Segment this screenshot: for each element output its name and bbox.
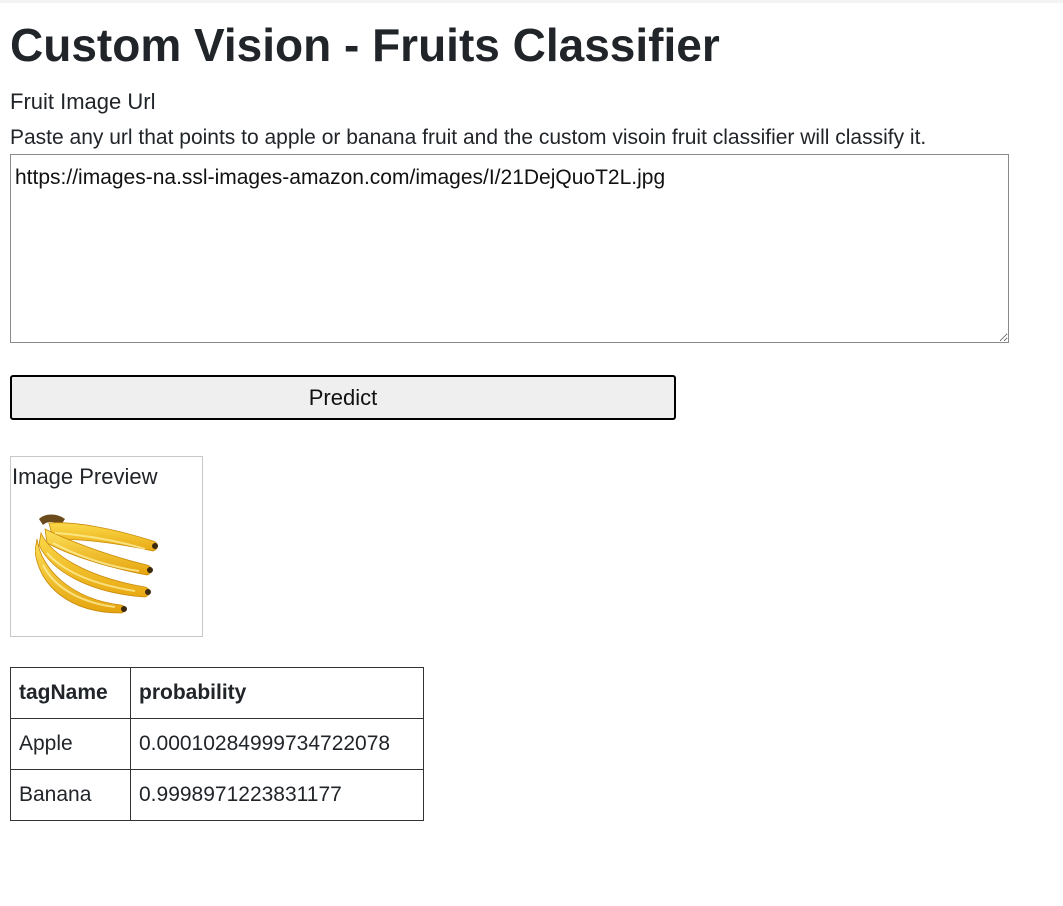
top-divider bbox=[0, 0, 1063, 3]
table-header-row: tagName probability bbox=[10, 667, 424, 719]
url-field-label: Fruit Image Url bbox=[10, 89, 156, 114]
predict-button[interactable]: Predict bbox=[10, 375, 676, 420]
table-row: Banana 0.9998971223831177 bbox=[10, 769, 424, 821]
probability-cell: 0.9998971223831177 bbox=[130, 769, 424, 821]
tagname-cell: Apple bbox=[10, 718, 131, 770]
column-header-tagname: tagName bbox=[10, 667, 131, 719]
page-title: Custom Vision - Fruits Classifier bbox=[10, 19, 720, 71]
banana-bunch-image bbox=[35, 514, 158, 614]
results-table: tagName probability Apple 0.000102849997… bbox=[10, 667, 424, 821]
image-url-input[interactable] bbox=[10, 154, 1009, 343]
image-preview-title: Image Preview bbox=[12, 464, 158, 489]
image-preview-panel: Image Preview bbox=[10, 456, 203, 637]
column-header-probability: probability bbox=[130, 667, 424, 719]
url-help-text: Paste any url that points to apple or ba… bbox=[10, 126, 927, 149]
tagname-cell: Banana bbox=[10, 769, 131, 821]
table-row: Apple 0.00010284999734722078 bbox=[10, 718, 424, 770]
probability-cell: 0.00010284999734722078 bbox=[130, 718, 424, 770]
